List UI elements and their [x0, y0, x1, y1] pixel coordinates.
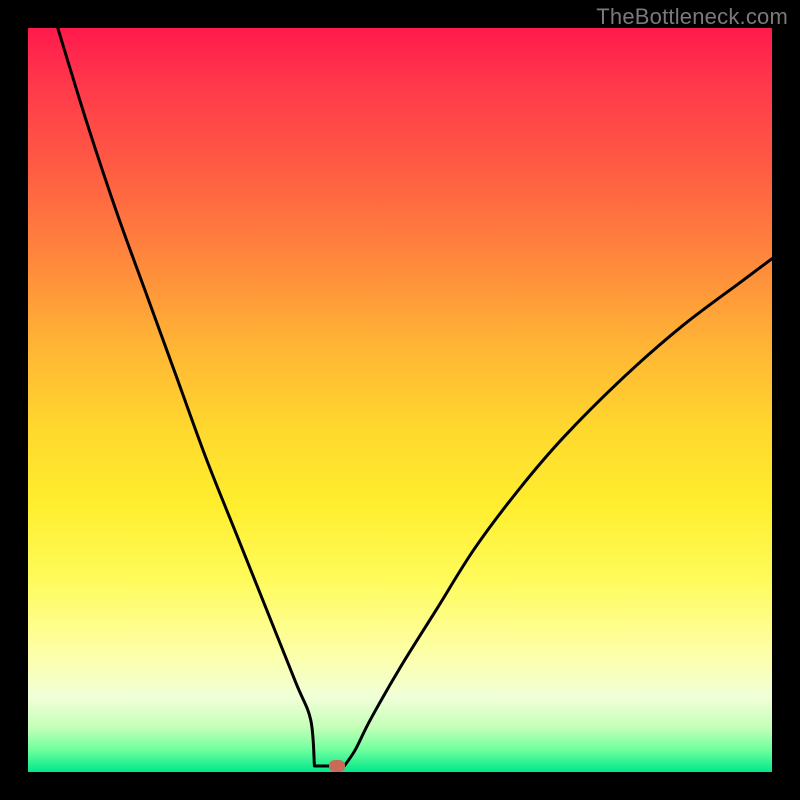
curve-svg [28, 28, 772, 772]
minimum-marker [329, 760, 345, 772]
bottleneck-curve [58, 28, 772, 766]
chart-frame: TheBottleneck.com [0, 0, 800, 800]
plot-area [28, 28, 772, 772]
watermark-text: TheBottleneck.com [596, 4, 788, 30]
